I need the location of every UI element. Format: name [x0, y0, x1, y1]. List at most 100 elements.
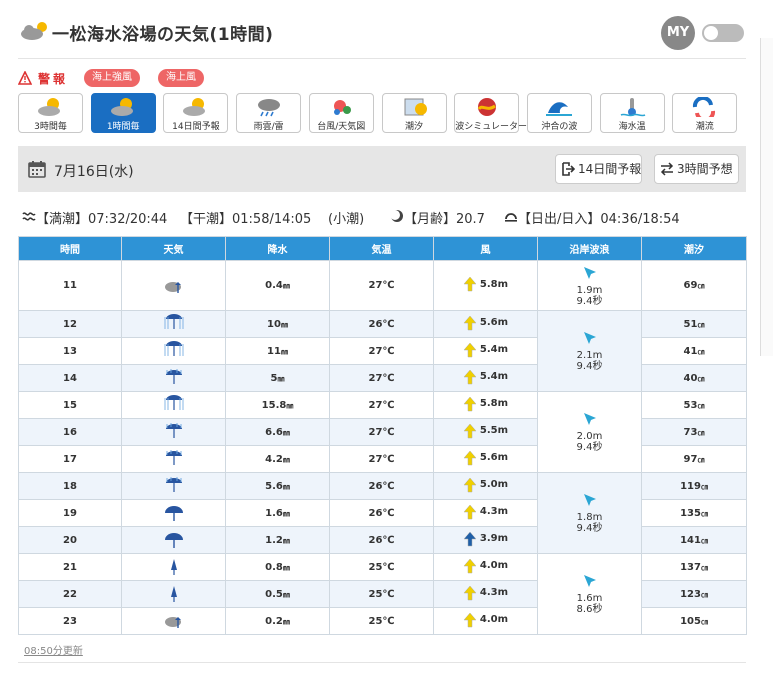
precip-cell: 11㎜: [225, 337, 330, 365]
weather-cell: [121, 337, 226, 365]
wave-height: 1.6m: [576, 593, 603, 604]
tide-unit: ㎝: [700, 590, 708, 599]
tide-cell: 53㎝: [641, 391, 747, 419]
precip-unit: ㎜: [282, 617, 290, 626]
precip-unit: ㎜: [282, 563, 290, 572]
warning-pill[interactable]: 海上風: [158, 69, 204, 87]
umbrella-rain-icon: [165, 477, 182, 492]
wind-cell: 5.4m: [433, 337, 538, 365]
nav-tab[interactable]: 沖合の波: [526, 93, 592, 133]
my-toggle[interactable]: [702, 24, 744, 42]
tide-unit: ㎝: [697, 401, 705, 410]
temp-unit: ℃: [382, 453, 395, 465]
precip-unit: ㎜: [282, 455, 290, 464]
header: 一松海水浴場の天気(1時間) MY: [18, 14, 746, 54]
wind-arrow-icon: [463, 423, 477, 438]
hour-cell: 13: [18, 337, 122, 365]
wave-direction-icon: [583, 266, 596, 279]
sunrise-sunset: 【日出/日入】04:36/18:54: [518, 212, 680, 227]
tide-type: (小潮): [328, 212, 365, 227]
tide-cell: 40㎝: [641, 364, 747, 392]
wave-period: 9.4秒: [576, 442, 603, 453]
wind-arrow-icon: [463, 369, 477, 384]
nav-tab-label: 波シミュレーター: [455, 122, 528, 132]
nav-tab[interactable]: 1時間毎: [90, 93, 156, 133]
tide-value: 141: [680, 534, 701, 546]
wind-cell: 5.6m: [433, 445, 538, 473]
sea-temp-icon: [620, 98, 645, 117]
nav-tab[interactable]: 波シミュレーター: [454, 93, 528, 133]
cloud-rain-icon: [164, 617, 181, 628]
precip-cell: 0.4㎜: [225, 260, 330, 311]
nav-tab-label: 沖合の波: [541, 122, 578, 132]
3hour-forecast-button[interactable]: 3時間予想: [654, 154, 739, 184]
wave-cell: 1.6m 8.6秒: [537, 553, 642, 635]
wave-height: 1.9m: [576, 284, 603, 296]
my-button[interactable]: MY: [661, 16, 695, 50]
side-panel: [760, 38, 773, 356]
wind-arrow-icon: [463, 531, 477, 546]
tide-cell: 41㎝: [641, 337, 747, 365]
nav-tab[interactable]: 3時間毎: [18, 93, 83, 133]
updated-link[interactable]: 08:50分更新: [24, 642, 83, 657]
tide-cell: 97㎝: [641, 445, 747, 473]
closed-umbrella-icon: [170, 586, 177, 602]
cloud-rain-icon: [164, 281, 181, 293]
precip-cell: 0.2㎜: [225, 607, 330, 635]
nav-tab[interactable]: 海水温: [599, 93, 665, 133]
tide-value: 123: [680, 588, 701, 600]
column-header: 潮汐: [641, 236, 747, 261]
cloud-icon: [21, 22, 47, 40]
14day-forecast-button[interactable]: 14日間予報: [555, 154, 643, 184]
button-label: 3時間予想: [677, 162, 733, 176]
divider: [18, 662, 746, 663]
table-header-row: 時間 天気 降水 気温風沿岸波浪 潮汐: [18, 236, 747, 261]
tide-unit: ㎝: [697, 282, 705, 290]
tide-value: 51: [683, 318, 698, 330]
umbrella-icon: [164, 533, 183, 548]
wave-period: 8.6秒: [576, 604, 603, 615]
wind-arrow-icon: [463, 477, 477, 492]
tide-cell: 105㎝: [641, 607, 747, 635]
wind-cell: 5.8m: [433, 260, 538, 311]
wind-arrow-icon: [463, 276, 477, 292]
precip-unit: ㎜: [282, 590, 290, 599]
hour-cell: 21: [18, 553, 122, 581]
nav-tab[interactable]: 台風/天気図: [308, 93, 374, 133]
column-header: 風: [433, 236, 538, 261]
hour-cell: 20: [18, 526, 122, 554]
temp-unit: ℃: [382, 426, 395, 438]
tide-cell: 123㎝: [641, 580, 747, 608]
nav-tab-label: 潮汐: [404, 122, 423, 132]
nav-tab[interactable]: 雨雲/雷: [236, 93, 302, 133]
weather-cell: [121, 260, 226, 311]
wind-value: 4.3m: [479, 587, 509, 598]
precip-value: 0.5: [265, 588, 283, 600]
wind-cell: 5.8m: [433, 391, 538, 419]
tide-cell: 135㎝: [641, 499, 747, 527]
nav-tab[interactable]: 14日間予報: [163, 93, 229, 133]
divider: [18, 58, 746, 59]
nav-tab-label: 潮流: [695, 122, 714, 132]
temp-unit: ℃: [382, 588, 395, 600]
precip-value: 4.2: [265, 453, 283, 465]
wind-value: 4.0m: [479, 614, 509, 625]
sunrise-icon: [505, 213, 517, 222]
wind-cell: 4.3m: [433, 499, 538, 527]
nav-tab[interactable]: 潮汐: [381, 93, 447, 133]
precip-value: 0.8: [265, 561, 283, 573]
wave-cell: 2.0m 9.4秒: [537, 391, 642, 473]
nav-tab[interactable]: 潮流: [672, 93, 738, 133]
precip-unit: ㎜: [282, 509, 290, 518]
table-row: 21 0.8㎜ 25℃ 4.0m 1.6m 8.6秒 137㎝: [18, 553, 747, 635]
current-date: 7月16日(水): [54, 164, 134, 180]
sun-cloud-icon: [183, 98, 206, 116]
precip-value: 0.2: [265, 615, 283, 627]
precip-unit: ㎜: [282, 536, 290, 545]
warning-pill[interactable]: 海上強風: [84, 69, 140, 87]
precip-value: 1.2: [265, 534, 283, 546]
wind-cell: 5.6m: [433, 310, 538, 338]
precip-value: 15.8: [261, 399, 287, 411]
weather-cell: [121, 445, 226, 473]
wind-cell: 5.4m: [433, 364, 538, 392]
